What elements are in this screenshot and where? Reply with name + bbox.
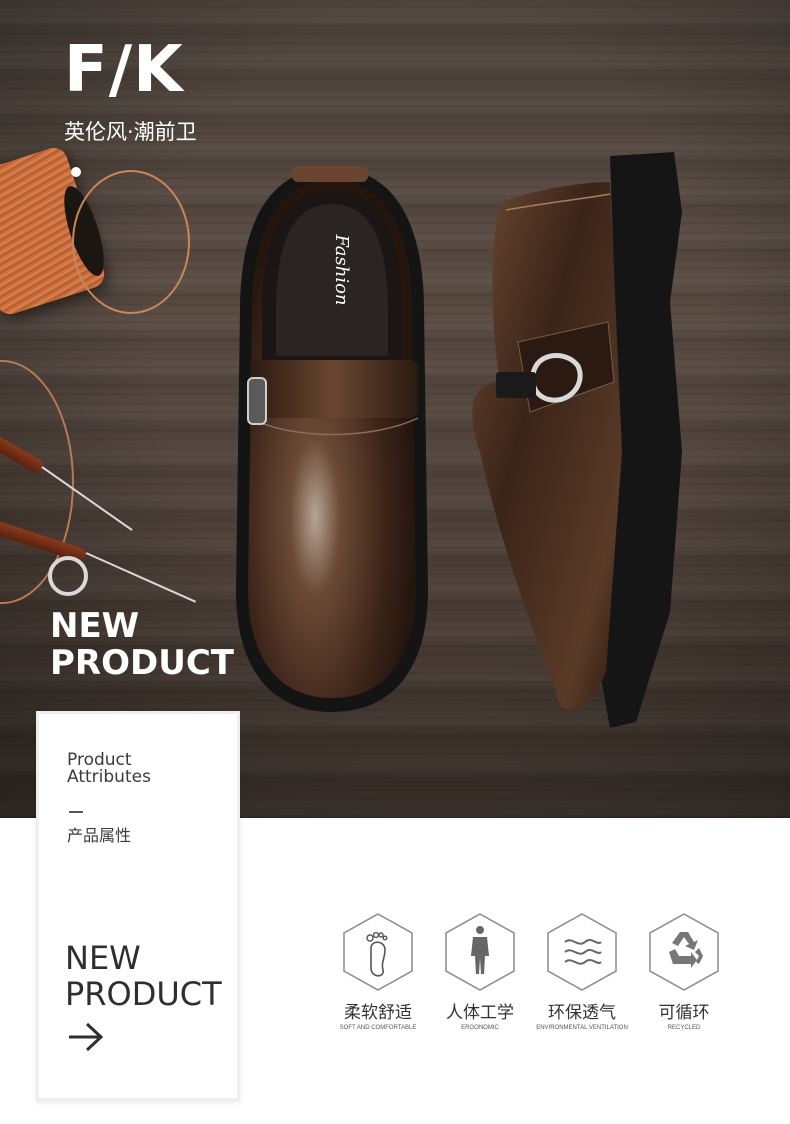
attributes-heading: Product Attributes [67,752,151,786]
brand-logo: F/K [64,33,184,107]
feature-item-soft: 柔软舒适 SOFT AND COMFORTABLE [328,912,428,1031]
feature-label: 人体工学 [446,1003,514,1023]
hero-title-line1: NEW [50,606,140,646]
metal-ring [48,556,88,596]
human-body-icon [445,913,515,991]
hero-title-line2: PRODUCT [50,643,234,683]
thread-dot [71,167,81,177]
card-title-line1: NEW [65,939,141,977]
feature-item-recycled: 可循环 RECYCLED [634,912,734,1031]
hero-title: NEW PRODUCT [50,608,234,682]
feature-label: 可循环 [658,1003,710,1023]
airflow-icon [547,913,617,991]
thread-loop [72,170,190,314]
feature-item-ergonomic: 人体工学 ERGONOMIC [430,912,530,1031]
feature-item-ventilation: 环保透气 ENVIRONMENTAL VENTILATION [532,912,632,1031]
brand-tagline: 英伦风·潮前卫 [64,120,197,144]
attributes-divider [69,811,83,813]
shoe-side-view-image [472,152,682,728]
arrow-right-icon[interactable] [67,1020,107,1054]
feature-sublabel: SOFT AND COMFORTABLE [339,1025,417,1031]
product-attributes-card: Product Attributes 产品属性 NEW PRODUCT [36,711,240,1101]
feature-sublabel: ENVIRONMENTAL VENTILATION [536,1025,628,1031]
attributes-heading-cn: 产品属性 [67,826,132,845]
feature-sublabel: RECYCLED [667,1025,701,1031]
attributes-heading-line2: Attributes [67,767,151,787]
feature-list: 柔软舒适 SOFT AND COMFORTABLE 人体工学 ERGONOMIC… [336,912,736,1042]
feature-sublabel: ERGONOMIC [461,1025,499,1031]
feature-label: 环保透气 [548,1003,616,1023]
card-title: NEW PRODUCT [65,940,222,1012]
feature-label: 柔软舒适 [344,1003,412,1023]
recycle-icon [649,913,719,991]
shoe-top-view-image: Fashion [236,166,428,712]
insole-brand-text: Fashion [331,233,352,305]
hero-banner: Fashion F/K 英伦风·潮前卫 NEW PRODUCT [0,0,790,818]
card-title-line2: PRODUCT [65,975,222,1013]
footprint-icon [343,913,413,991]
